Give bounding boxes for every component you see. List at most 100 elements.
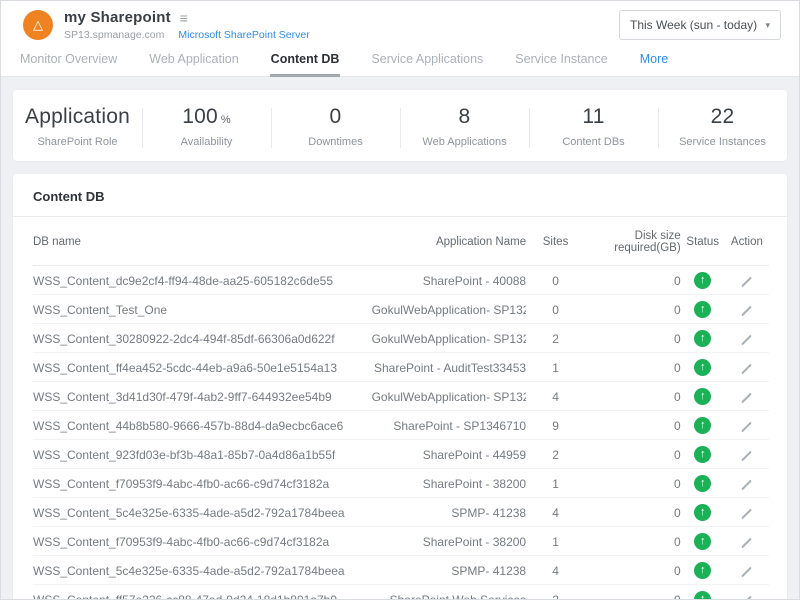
action-cell <box>725 324 769 353</box>
db-name-cell: WSS_Content_923fd03e-bf3b-48a1-85b7-0a4d… <box>33 440 372 469</box>
tab-web-application[interactable]: Web Application <box>148 49 239 77</box>
edit-action-button[interactable] <box>738 304 756 318</box>
status-up-icon: ↑ <box>694 301 711 318</box>
tab-more[interactable]: More <box>639 49 669 77</box>
stat-value: 8 <box>400 105 529 129</box>
action-cell <box>725 266 769 295</box>
status-cell: ↑ <box>681 527 725 556</box>
table-row: WSS_Content_3d41d30f-479f-4ab2-9ff7-6449… <box>33 382 769 411</box>
db-name-cell: WSS_Content_5c4e325e-6335-4ade-a5d2-792a… <box>33 498 372 527</box>
stat-label: Web Applications <box>400 136 529 148</box>
app-window: △ my Sharepoint ≡ SP13.spmanage.com Micr… <box>0 0 800 600</box>
action-cell <box>725 411 769 440</box>
db-name-cell: WSS_Content_f70953f9-4abc-4fb0-ac66-c9d7… <box>33 469 372 498</box>
edit-action-button[interactable] <box>738 594 756 600</box>
server-type-link[interactable]: Microsoft SharePoint Server <box>178 29 309 41</box>
table-row: WSS_Content_f70953f9-4abc-4fb0-ac66-c9d7… <box>33 469 769 498</box>
page-body: ApplicationSharePoint Role100%Availabili… <box>1 77 799 600</box>
sites-cell: 4 <box>526 498 585 527</box>
header: △ my Sharepoint ≡ SP13.spmanage.com Micr… <box>1 1 799 49</box>
edit-action-button[interactable] <box>738 362 756 376</box>
stat-sharepoint-role: Application SharePoint Role <box>13 105 142 148</box>
content-db-card: Content DB DB nameApplication NameSitesD… <box>13 174 787 600</box>
column-header-sites: Sites <box>526 217 585 266</box>
edit-pencil-icon <box>742 364 753 375</box>
status-up-icon: ↑ <box>694 272 711 289</box>
disk-size-cell: 0 <box>585 266 681 295</box>
stat-service-instances: 22Service Instances <box>658 105 787 148</box>
edit-action-button[interactable] <box>738 391 756 405</box>
stat-value: 11 <box>529 105 658 129</box>
status-cell: ↑ <box>681 556 725 585</box>
hamburger-menu-icon[interactable]: ≡ <box>180 10 188 26</box>
edit-action-button[interactable] <box>738 333 756 347</box>
status-up-icon: ↑ <box>694 446 711 463</box>
edit-action-button[interactable] <box>738 507 756 521</box>
edit-pencil-icon <box>742 538 753 549</box>
stat-label: Downtimes <box>271 136 400 148</box>
sites-cell: 1 <box>526 527 585 556</box>
stat-availability: 100%Availability <box>142 105 271 148</box>
status-up-icon: ↑ <box>694 533 711 550</box>
edit-pencil-icon <box>742 393 753 404</box>
warning-triangle-icon: △ <box>33 17 43 33</box>
edit-action-button[interactable] <box>738 478 756 492</box>
status-cell: ↑ <box>681 440 725 469</box>
edit-pencil-icon <box>742 335 753 346</box>
edit-action-button[interactable] <box>738 536 756 550</box>
db-name-cell: WSS_Content_44b8b580-9666-457b-88d4-da9e… <box>33 411 372 440</box>
db-name-cell: WSS_Content_f70953f9-4abc-4fb0-ac66-c9d7… <box>33 527 372 556</box>
application-name-cell: SPMP- 41238 <box>372 498 527 527</box>
action-cell <box>725 556 769 585</box>
action-cell <box>725 498 769 527</box>
edit-action-button[interactable] <box>738 449 756 463</box>
status-cell: ↑ <box>681 382 725 411</box>
disk-size-cell: 0 <box>585 556 681 585</box>
stat-value-suffix: % <box>221 114 231 126</box>
edit-action-button[interactable] <box>738 275 756 289</box>
disk-size-cell: 0 <box>585 585 681 600</box>
stat-label: Availability <box>142 136 271 148</box>
application-name-cell: SharePoint - AuditTest33453 <box>372 353 527 382</box>
stat-downtimes: 0Downtimes <box>271 105 400 148</box>
action-cell <box>725 469 769 498</box>
edit-action-button[interactable] <box>738 565 756 579</box>
disk-size-cell: 0 <box>585 353 681 382</box>
edit-pencil-icon <box>742 422 753 433</box>
tab-content-db[interactable]: Content DB <box>270 49 341 77</box>
sites-cell: 9 <box>526 411 585 440</box>
tab-service-instance[interactable]: Service Instance <box>514 49 608 77</box>
edit-action-button[interactable] <box>738 420 756 434</box>
sites-cell: 2 <box>526 324 585 353</box>
sites-cell: 2 <box>526 440 585 469</box>
chevron-down-icon: ▾ <box>765 20 770 31</box>
table-row: WSS_Content_f70953f9-4abc-4fb0-ac66-c9d7… <box>33 527 769 556</box>
table-section-title: Content DB <box>13 174 787 217</box>
status-cell: ↑ <box>681 295 725 324</box>
table-row: WSS_Content_dc9e2cf4-ff94-48de-aa25-6051… <box>33 266 769 295</box>
status-up-icon: ↑ <box>694 562 711 579</box>
time-period-dropdown[interactable]: This Week (sun - today) ▾ <box>619 10 781 40</box>
status-cell: ↑ <box>681 353 725 382</box>
status-up-icon: ↑ <box>694 359 711 376</box>
table-header-row: DB nameApplication NameSitesDisk size re… <box>33 217 769 266</box>
table-row: WSS_Content_5c4e325e-6335-4ade-a5d2-792a… <box>33 556 769 585</box>
stat-label: SharePoint Role <box>13 136 142 148</box>
edit-pencil-icon <box>742 306 753 317</box>
tab-service-applications[interactable]: Service Applications <box>370 49 484 77</box>
status-up-icon: ↑ <box>694 475 711 492</box>
sites-cell: 1 <box>526 469 585 498</box>
tab-monitor-overview[interactable]: Monitor Overview <box>19 49 118 77</box>
disk-size-cell: 0 <box>585 295 681 324</box>
table-row: WSS_Content_Test_OneGokulWebApplication-… <box>33 295 769 324</box>
edit-pencil-icon <box>742 277 753 288</box>
action-cell <box>725 382 769 411</box>
db-name-cell: WSS_Content_Test_One <box>33 295 372 324</box>
table-row: WSS_Content_5c4e325e-6335-4ade-a5d2-792a… <box>33 498 769 527</box>
application-name-cell: GokulWebApplication- SP1328261 <box>372 324 527 353</box>
sites-cell: 4 <box>526 382 585 411</box>
action-cell <box>725 527 769 556</box>
stat-value: Application <box>13 105 142 129</box>
edit-pencil-icon <box>742 480 753 491</box>
db-name-cell: WSS_Content_3d41d30f-479f-4ab2-9ff7-6449… <box>33 382 372 411</box>
